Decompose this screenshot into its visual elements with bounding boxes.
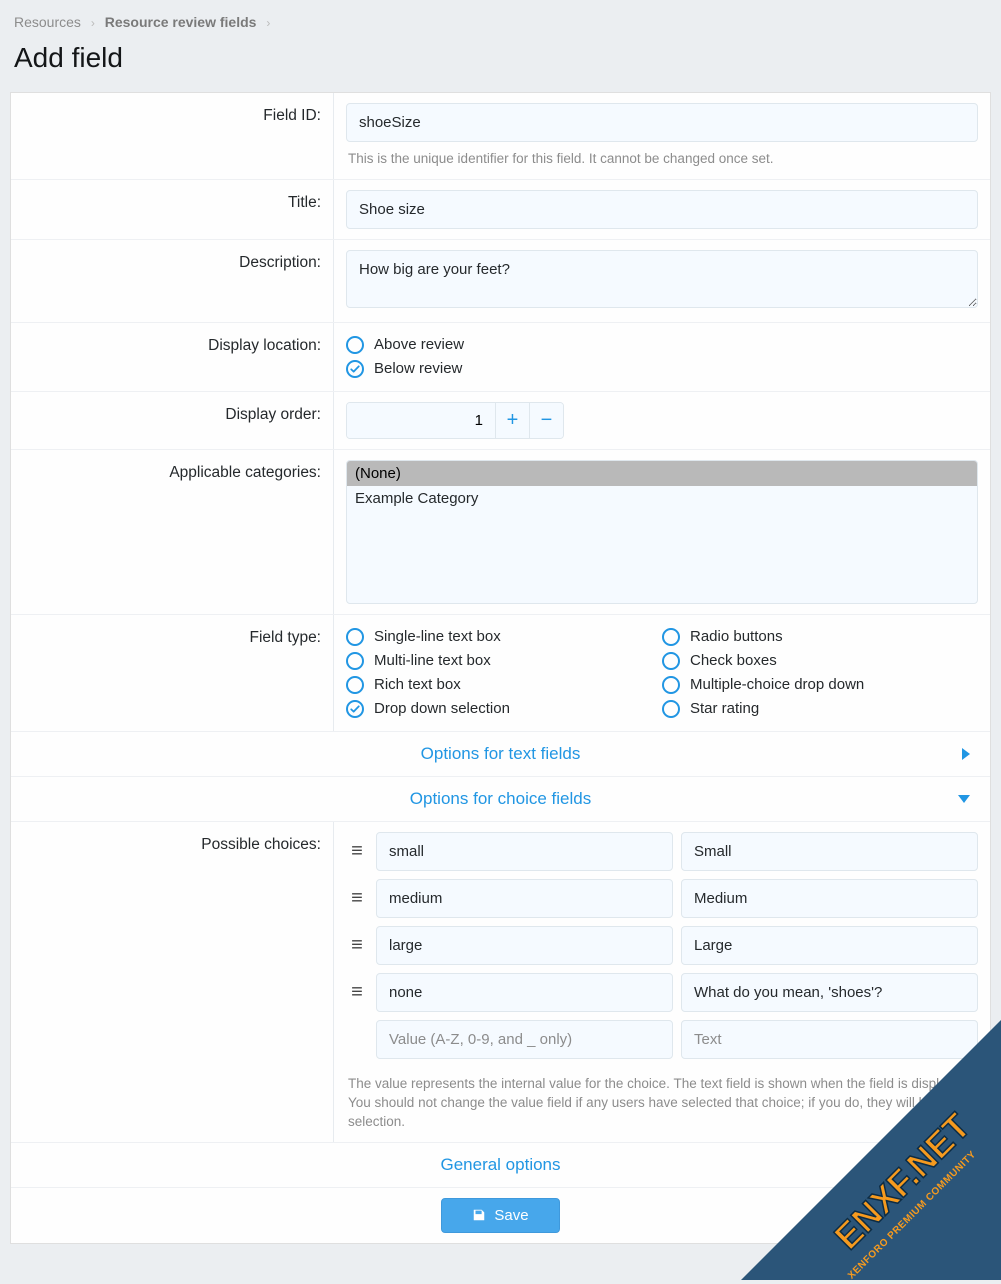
- categories-listbox[interactable]: (None)Example Category: [346, 460, 978, 604]
- field-type-label: Field type:: [11, 615, 333, 731]
- breadcrumb-root[interactable]: Resources: [14, 14, 81, 30]
- description-label: Description:: [11, 240, 333, 322]
- field-type-option[interactable]: Star rating: [662, 697, 978, 721]
- choice-row: ≡: [346, 973, 978, 1012]
- choice-row: ≡: [346, 832, 978, 871]
- radio-label: Below review: [374, 360, 462, 377]
- radio-label: Star rating: [690, 700, 759, 717]
- section-general[interactable]: General options: [11, 1142, 990, 1187]
- field-type-option[interactable]: Multiple-choice drop down: [662, 673, 978, 697]
- chevron-right-icon: ›: [85, 16, 101, 30]
- choice-text-input[interactable]: [681, 1020, 978, 1059]
- section-choice-fields[interactable]: Options for choice fields: [11, 776, 990, 822]
- radio-icon: [662, 652, 680, 670]
- radio-icon: [346, 336, 364, 354]
- chevron-right-icon: ›: [260, 16, 276, 30]
- choice-value-input[interactable]: [376, 1020, 673, 1059]
- field-type-option[interactable]: Radio buttons: [662, 625, 978, 649]
- field-id-hint: This is the unique identifier for this f…: [346, 142, 978, 169]
- choice-row: ≡: [346, 926, 978, 965]
- drag-handle-icon[interactable]: ≡: [346, 841, 368, 861]
- radio-icon: [662, 628, 680, 646]
- radio-icon: [346, 700, 364, 718]
- drag-handle-icon[interactable]: ≡: [346, 935, 368, 955]
- field-id-label: Field ID:: [11, 93, 333, 179]
- field-type-option[interactable]: Drop down selection: [346, 697, 662, 721]
- choice-value-input[interactable]: [376, 879, 673, 918]
- field-type-option[interactable]: Multi-line text box: [346, 649, 662, 673]
- display-location-option[interactable]: Above review: [346, 333, 978, 357]
- radio-label: Single-line text box: [374, 628, 501, 645]
- drag-handle-icon[interactable]: ≡: [346, 982, 368, 1002]
- description-input[interactable]: How big are your feet?: [346, 250, 978, 308]
- save-icon: [472, 1208, 486, 1222]
- radio-label: Multiple-choice drop down: [690, 676, 864, 693]
- display-order-stepper: + −: [346, 402, 564, 439]
- radio-icon: [346, 652, 364, 670]
- display-location-label: Display location:: [11, 323, 333, 391]
- title-label: Title:: [11, 180, 333, 239]
- radio-icon: [346, 676, 364, 694]
- caret-right-icon: [962, 748, 970, 760]
- radio-label: Above review: [374, 336, 464, 353]
- field-type-option[interactable]: Single-line text box: [346, 625, 662, 649]
- category-option[interactable]: (None): [347, 461, 977, 486]
- breadcrumb-section[interactable]: Resource review fields: [105, 14, 257, 30]
- section-general-label: General options: [440, 1155, 560, 1174]
- field-type-option[interactable]: Rich text box: [346, 673, 662, 697]
- radio-label: Multi-line text box: [374, 652, 491, 669]
- choice-text-input[interactable]: [681, 879, 978, 918]
- footer-bar: Save: [11, 1187, 990, 1243]
- save-button-label: Save: [494, 1207, 528, 1224]
- category-option[interactable]: Example Category: [347, 486, 977, 511]
- section-text-fields[interactable]: Options for text fields: [11, 731, 990, 776]
- caret-right-icon: [962, 1159, 970, 1171]
- radio-icon: [662, 676, 680, 694]
- choice-text-input[interactable]: [681, 832, 978, 871]
- breadcrumb: Resources › Resource review fields ›: [0, 0, 1001, 36]
- field-type-option[interactable]: Check boxes: [662, 649, 978, 673]
- field-id-input[interactable]: [346, 103, 978, 142]
- choice-row: ≡: [346, 879, 978, 918]
- choices-label: Possible choices:: [11, 822, 333, 1142]
- choices-hint: The value represents the internal value …: [346, 1067, 978, 1132]
- radio-icon: [346, 628, 364, 646]
- save-button[interactable]: Save: [441, 1198, 559, 1233]
- drag-handle-icon[interactable]: ≡: [346, 888, 368, 908]
- display-order-input[interactable]: [347, 403, 495, 438]
- radio-label: Radio buttons: [690, 628, 783, 645]
- page-title: Add field: [0, 36, 1001, 92]
- caret-down-icon: [958, 795, 970, 803]
- choice-row-new: ≡: [346, 1020, 978, 1059]
- radio-icon: [346, 360, 364, 378]
- choice-text-input[interactable]: [681, 926, 978, 965]
- choice-text-input[interactable]: [681, 973, 978, 1012]
- section-choice-fields-label: Options for choice fields: [410, 789, 591, 808]
- choice-value-input[interactable]: [376, 926, 673, 965]
- display-order-label: Display order:: [11, 392, 333, 449]
- stepper-minus-button[interactable]: −: [529, 403, 563, 438]
- radio-label: Check boxes: [690, 652, 777, 669]
- radio-icon: [662, 700, 680, 718]
- form-panel: Field ID: This is the unique identifier …: [10, 92, 991, 1244]
- display-location-option[interactable]: Below review: [346, 357, 978, 381]
- radio-label: Drop down selection: [374, 700, 510, 717]
- choice-value-input[interactable]: [376, 973, 673, 1012]
- stepper-plus-button[interactable]: +: [495, 403, 529, 438]
- radio-label: Rich text box: [374, 676, 461, 693]
- categories-label: Applicable categories:: [11, 450, 333, 614]
- section-text-fields-label: Options for text fields: [421, 744, 581, 763]
- choice-value-input[interactable]: [376, 832, 673, 871]
- title-input[interactable]: [346, 190, 978, 229]
